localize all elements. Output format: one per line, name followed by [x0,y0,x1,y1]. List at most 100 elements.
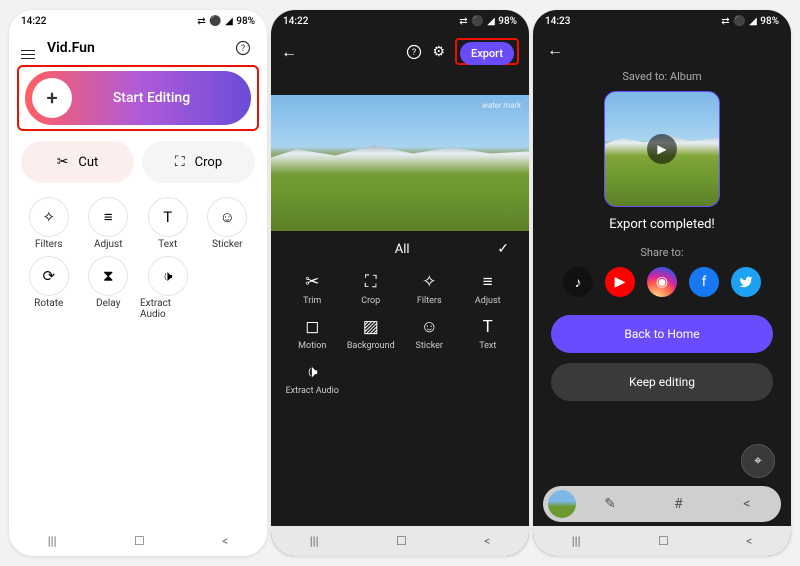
status-bar: 14:22 ⇄ ⚫ ◢ 98% [9,10,267,32]
export-button[interactable]: Export [460,42,514,65]
status-bar: 14:23 ⇄ ⚫ ◢ 98% [533,10,791,32]
hashtag-icon[interactable]: # [644,496,712,512]
help-icon[interactable]: ? [406,44,422,60]
sparkle-icon: ✧ [422,271,436,293]
editor-tool-grid: ✂ Trim ⛶ Crop ✧ Filters ≡ Adjust ◻ Motio… [271,263,529,400]
audio-icon: 🕩 [148,256,188,296]
share-twitter-icon[interactable] [731,267,761,297]
nav-home-icon[interactable]: ☐ [134,534,145,548]
smile-icon: ☺ [207,197,247,237]
tool-icon-1[interactable]: ✎ [576,496,644,512]
nav-recents-icon[interactable]: ||| [572,534,581,548]
nav-recents-icon[interactable]: ||| [48,534,57,548]
svg-text:?: ? [241,44,245,54]
status-time: 14:23 [545,16,570,27]
share-icons-row: ♪ ▶ ◉ f [533,267,791,297]
background-icon: ▨ [363,316,379,338]
export-complete-label: Export completed! [533,217,791,232]
tool-filters[interactable]: ✧ Filters [402,271,457,306]
tool-extract-audio[interactable]: 🕩 Extract Audio [140,256,196,320]
status-right: ⇄ ⚫ ◢ 98% [721,16,779,27]
quick-actions-row: ✂ Cut ⛶ Crop [9,137,267,191]
status-bar: 14:22 ⇄ ⚫ ◢ 98% [271,10,529,32]
text-icon: T [148,197,188,237]
start-editing-button[interactable]: + Start Editing [25,71,251,125]
back-to-home-button[interactable]: Back to Home [551,315,773,353]
highlight-export: Export [455,38,519,65]
editor-tabs: All ✓ [271,231,529,263]
tool-filters[interactable]: ✧ Filters [21,197,77,250]
start-editing-label: Start Editing [72,90,251,106]
tool-sticker[interactable]: ☺ Sticker [200,197,256,250]
sparkle-icon: ✧ [29,197,69,237]
tool-crop[interactable]: ⛶ Crop [344,271,399,306]
nav-recents-icon[interactable]: ||| [310,534,319,548]
nav-home-icon[interactable]: ☐ [658,534,669,548]
editor-header: ← ? ⚙ Export [271,32,529,71]
tool-sticker[interactable]: ☺ Sticker [402,316,457,351]
status-icons: ⇄ ⚫ ◢ [459,16,495,27]
tool-trim[interactable]: ✂ Trim [285,271,340,306]
app-title: Vid.Fun [41,40,235,56]
preview-landscape [271,133,529,174]
scissors-icon: ✂ [305,271,319,293]
fab-scan-icon[interactable]: ⌖ [741,444,775,478]
tool-grid: ✧ Filters ≡ Adjust T Text ☺ Sticker ⟳ Ro… [9,191,267,326]
status-right: ⇄ ⚫ ◢ 98% [197,16,255,27]
confirm-check-icon[interactable]: ✓ [497,241,509,257]
svg-text:?: ? [412,48,416,58]
keep-editing-button[interactable]: Keep editing [551,363,773,401]
watermark-text: water mark [482,101,521,110]
tool-adjust[interactable]: ≡ Adjust [461,271,516,306]
phone-screen-editor: 14:22 ⇄ ⚫ ◢ 98% ← ? ⚙ Export water mark … [271,10,529,556]
cut-label: Cut [78,155,98,170]
exported-thumbnail[interactable]: ▶ [604,91,720,207]
menu-icon[interactable] [21,36,41,59]
cut-button[interactable]: ✂ Cut [21,141,134,183]
share-tiktok-icon[interactable]: ♪ [563,267,593,297]
back-arrow-icon[interactable]: ← [547,40,563,59]
exported-thumb-wrap: ▶ [533,91,791,207]
tab-all[interactable]: All [307,242,497,257]
status-time: 14:22 [283,16,308,27]
tool-motion[interactable]: ◻ Motion [285,316,340,351]
tool-text[interactable]: T Text [461,316,516,351]
highlight-start-editing: + Start Editing [17,65,259,131]
nav-back-icon[interactable]: < [484,534,490,548]
video-preview[interactable]: water mark [271,95,529,231]
share-icon[interactable]: < [713,496,781,512]
share-youtube-icon[interactable]: ▶ [605,267,635,297]
scissors-icon: ✂ [57,154,69,170]
tool-delay[interactable]: ⧗ Delay [81,256,137,320]
tool-adjust[interactable]: ≡ Adjust [81,197,137,250]
tool-text[interactable]: T Text [140,197,196,250]
nav-back-icon[interactable]: < [222,534,228,548]
app-header: Vid.Fun ? [9,32,267,63]
battery-pct: 98% [760,16,779,27]
crop-icon: ⛶ [175,154,185,170]
sliders-icon: ≡ [483,271,493,293]
bottom-toolbar: ✎ # < [543,486,781,522]
help-icon[interactable]: ? [235,40,255,56]
play-icon[interactable]: ▶ [647,134,677,164]
system-nav: ||| ☐ < [271,526,529,556]
back-arrow-icon[interactable]: ← [281,42,297,62]
nav-home-icon[interactable]: ☐ [396,534,407,548]
mini-thumbnail[interactable] [548,490,576,518]
crop-label: Crop [195,155,222,170]
settings-gear-icon[interactable]: ⚙ [432,44,445,60]
share-facebook-icon[interactable]: f [689,267,719,297]
tool-rotate[interactable]: ⟳ Rotate [21,256,77,320]
nav-back-icon[interactable]: < [746,534,752,548]
phone-screen-home: 14:22 ⇄ ⚫ ◢ 98% Vid.Fun ? + Start Editin… [9,10,267,556]
motion-icon: ◻ [305,316,319,338]
saved-to-label: Saved to: Album [533,70,791,83]
system-nav: ||| ☐ < [9,526,267,556]
smile-icon: ☺ [421,316,438,338]
status-time: 14:22 [21,16,46,27]
hourglass-icon: ⧗ [88,256,128,296]
share-instagram-icon[interactable]: ◉ [647,267,677,297]
crop-button[interactable]: ⛶ Crop [142,141,255,183]
tool-extract-audio[interactable]: 🕩 Extract Audio [285,361,340,396]
tool-background[interactable]: ▨ Background [344,316,399,351]
